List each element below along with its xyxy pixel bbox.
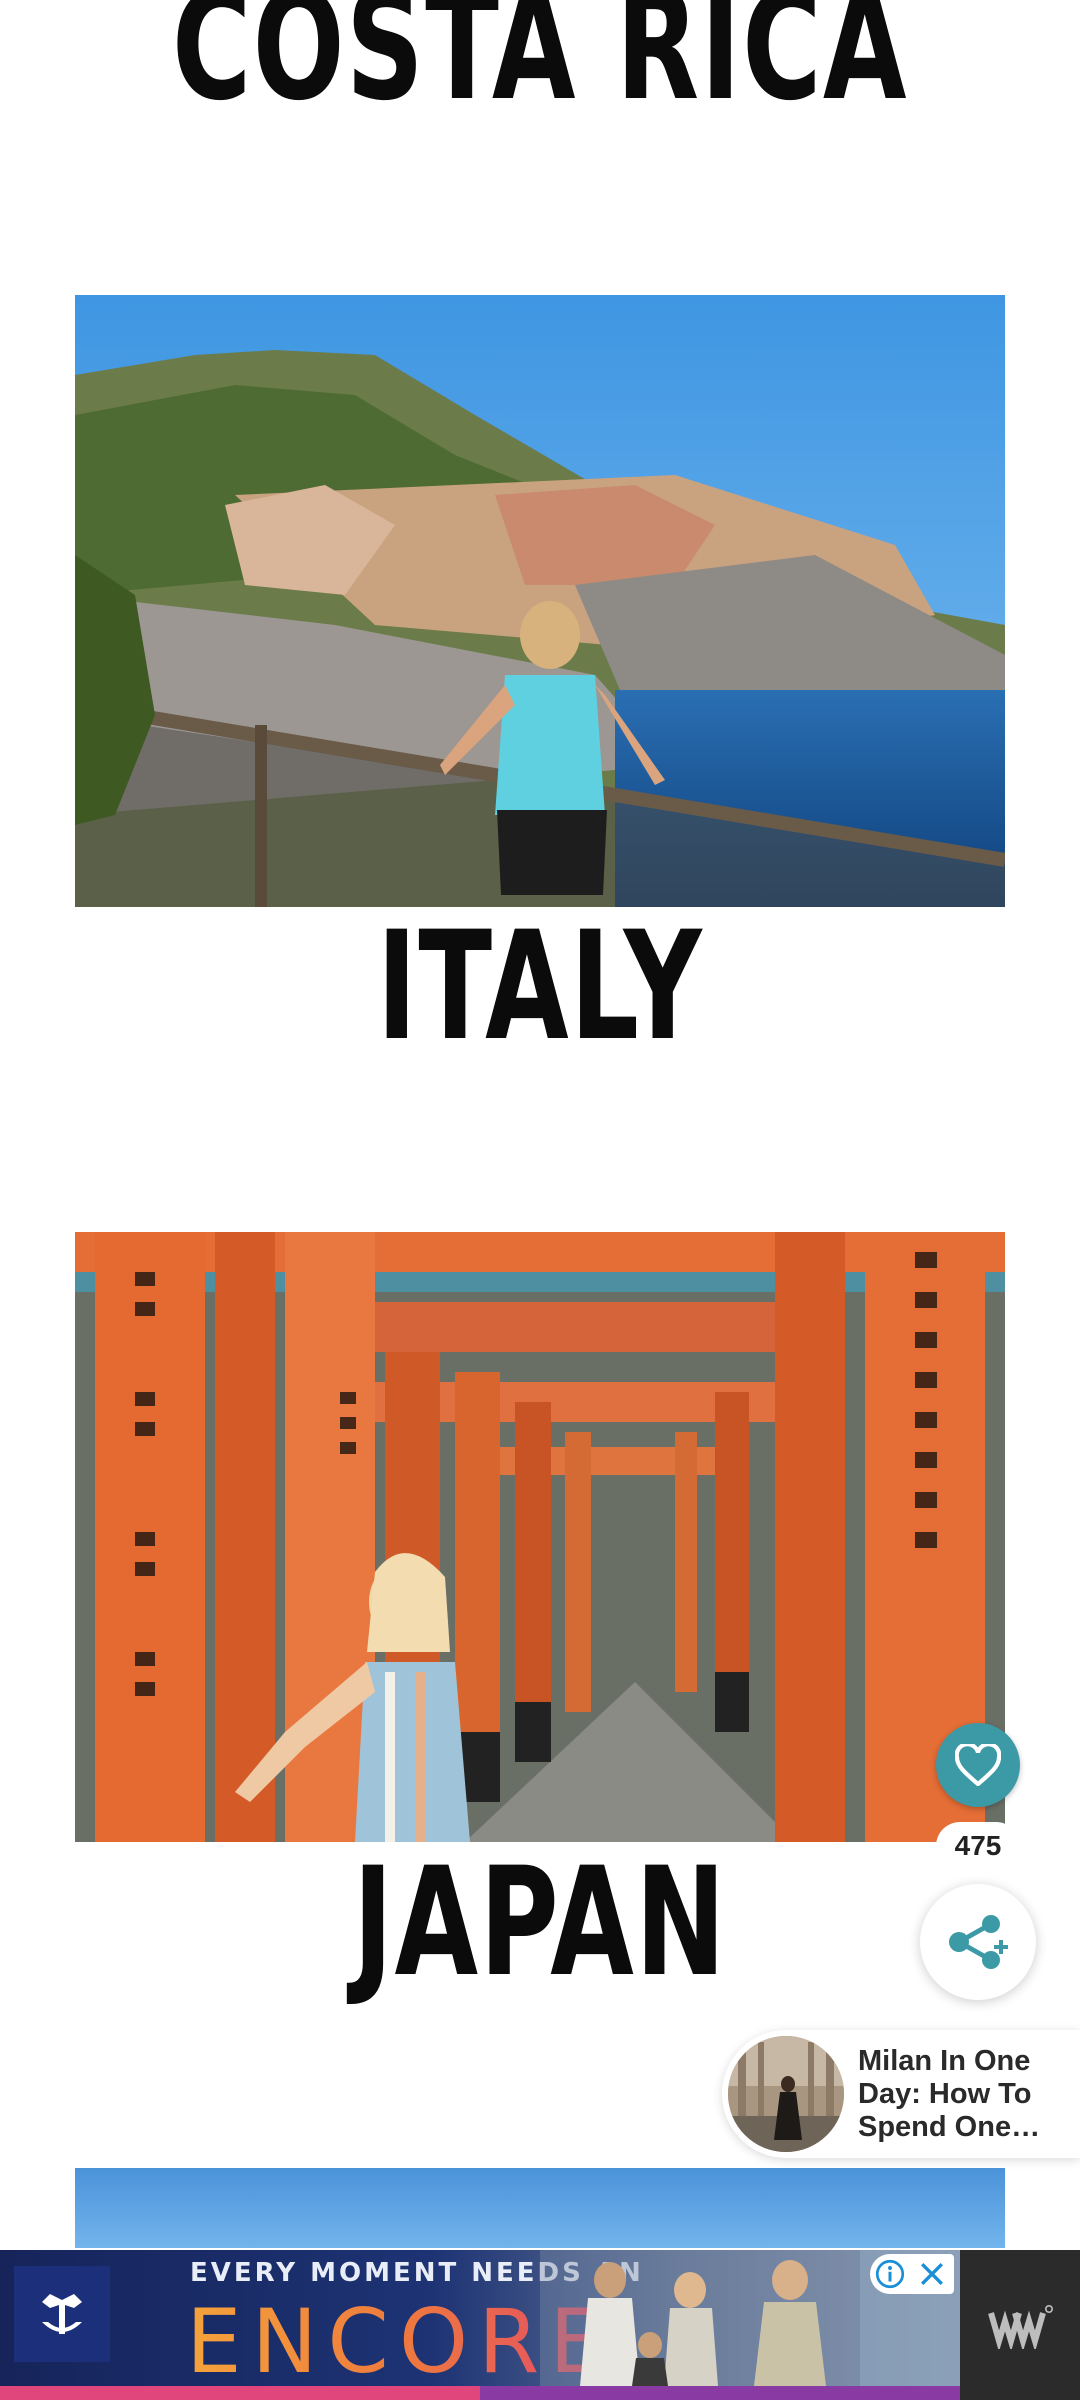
crown-anchor-icon [14, 2266, 110, 2362]
japan-photo-art [75, 1232, 1005, 1842]
related-article-thumbnail-art [728, 2036, 844, 2152]
heading-italy: ITALY [376, 900, 704, 1074]
ad-banner[interactable]: EVERY MOMENT NEEDS AN ENCORE [0, 2250, 960, 2400]
share-icon [949, 1915, 1008, 1969]
info-icon [875, 2259, 905, 2289]
like-button[interactable] [936, 1723, 1020, 1807]
heart-icon [955, 1744, 1001, 1786]
next-photo-partial [75, 2168, 1005, 2248]
wave-logo-icon [988, 2305, 1053, 2349]
related-article-card[interactable]: Milan In One Day: How To Spend One… [722, 2030, 1080, 2158]
share-button[interactable] [920, 1884, 1036, 2000]
related-article-title[interactable]: Milan In One Day: How To Spend One… [858, 2045, 1070, 2144]
related-article-thumbnail [728, 2036, 844, 2152]
ad-stripe [0, 2386, 960, 2400]
italy-photo-art [75, 295, 1005, 907]
close-icon [921, 2263, 943, 2285]
ad-info-button[interactable] [870, 2254, 910, 2294]
heading-costa-rica: COSTA RICA [172, 0, 908, 134]
ad-side-panel[interactable] [960, 2250, 1080, 2400]
ad-close-button[interactable] [910, 2254, 954, 2294]
japan-photo [75, 1232, 1005, 1842]
italy-photo [75, 295, 1005, 907]
heading-japan: JAPAN [352, 1836, 728, 2010]
share-count: 475 [936, 1822, 1020, 1870]
page: COSTA RICA ITALY JAPAN 475 Milan In One … [0, 0, 1080, 2400]
